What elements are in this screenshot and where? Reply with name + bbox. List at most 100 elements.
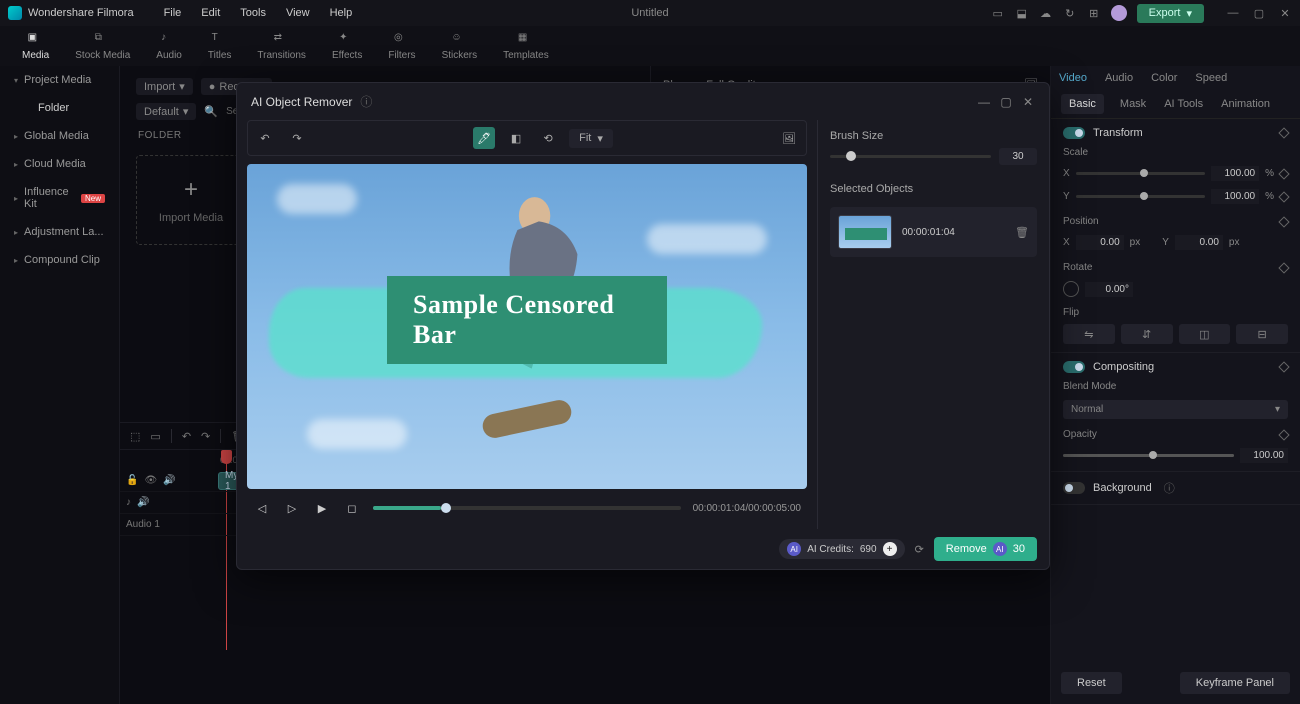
scale-x-input[interactable] [1211, 166, 1259, 181]
tab-templates[interactable]: ▦Templates [491, 28, 561, 65]
add-credits-button[interactable]: + [883, 542, 897, 556]
preview-canvas[interactable]: Sample Censored Bar [247, 164, 807, 489]
redo-icon[interactable]: ↷ [201, 430, 210, 443]
info-icon[interactable]: ⓘ [1164, 480, 1175, 496]
sidebar-item-folder[interactable]: Folder [0, 94, 119, 122]
save-icon[interactable]: ⬓ [1015, 6, 1029, 20]
pos-x-input[interactable] [1076, 235, 1124, 250]
brush-size-value[interactable]: 30 [999, 148, 1037, 165]
tab-filters[interactable]: ◎Filters [376, 28, 427, 65]
select-tool-icon[interactable]: ▭ [150, 430, 160, 443]
avatar[interactable] [1111, 5, 1127, 21]
compositing-toggle[interactable] [1063, 361, 1085, 373]
remove-button[interactable]: Remove AI 30 [934, 537, 1037, 561]
refresh-icon[interactable]: ⟳ [915, 543, 924, 556]
keyframe-icon[interactable] [1278, 127, 1289, 138]
import-media-tile[interactable]: + Import Media [136, 155, 246, 245]
transform-toggle[interactable] [1063, 127, 1085, 139]
menu-file[interactable]: File [154, 3, 192, 23]
scale-x-slider[interactable] [1076, 172, 1205, 175]
subtab-basic[interactable]: Basic [1061, 94, 1104, 114]
subtab-animation[interactable]: Animation [1219, 94, 1272, 114]
pos-y-input[interactable] [1175, 235, 1223, 250]
brush-size-slider[interactable] [830, 155, 991, 158]
scale-y-input[interactable] [1211, 189, 1259, 204]
minimize-icon[interactable]: — [1226, 6, 1240, 20]
flip-h-button[interactable]: ⇋ [1063, 324, 1115, 344]
sidebar-item-global-media[interactable]: ▸Global Media [0, 122, 119, 150]
menu-view[interactable]: View [276, 3, 320, 23]
rotate-input[interactable] [1085, 282, 1133, 297]
tab-video[interactable]: Video [1059, 72, 1087, 84]
sidebar-item-cloud-media[interactable]: ▸Cloud Media [0, 150, 119, 178]
device-icon[interactable]: ▭ [991, 6, 1005, 20]
minimize-icon[interactable]: — [977, 95, 991, 109]
close-icon[interactable]: ✕ [1278, 6, 1292, 20]
reset-button[interactable]: Reset [1061, 672, 1122, 694]
menu-edit[interactable]: Edit [191, 3, 230, 23]
mute-icon[interactable]: 🔊 [137, 497, 149, 508]
export-button[interactable]: Export▾ [1137, 4, 1204, 23]
maximize-icon[interactable]: ▢ [1252, 6, 1266, 20]
pointer-tool-icon[interactable]: ⬚ [130, 430, 140, 443]
tab-audio[interactable]: Audio [1105, 72, 1133, 84]
prev-frame-icon[interactable]: ◁ [253, 499, 271, 517]
apps-icon[interactable]: ⊞ [1087, 6, 1101, 20]
tab-speed[interactable]: Speed [1195, 72, 1227, 84]
redo-icon[interactable]: ↷ [286, 127, 308, 149]
mute-icon[interactable]: 🔊 [163, 475, 175, 486]
sidebar-item-compound[interactable]: ▸Compound Clip [0, 246, 119, 274]
keyframe-icon[interactable] [1278, 191, 1289, 202]
rotate-dial[interactable] [1063, 281, 1079, 297]
keyframe-icon[interactable] [1278, 216, 1289, 227]
eraser-tool-icon[interactable]: ◧ [505, 127, 527, 149]
menu-tools[interactable]: Tools [230, 3, 276, 23]
subtab-aitools[interactable]: AI Tools [1162, 94, 1205, 114]
sidebar-item-adjustment[interactable]: ▸Adjustment La... [0, 218, 119, 246]
sidebar-item-project-media[interactable]: ▾Project Media [0, 66, 119, 94]
lock-icon[interactable]: 🔓 [126, 475, 138, 486]
maximize-icon[interactable]: ▢ [999, 95, 1013, 109]
play-icon[interactable]: ▶ [313, 499, 331, 517]
keyframe-panel-button[interactable]: Keyframe Panel [1180, 672, 1290, 694]
history-icon[interactable]: ↻ [1063, 6, 1077, 20]
delete-selection-icon[interactable]: 🗑 [1015, 226, 1029, 239]
flip-3-button[interactable]: ◫ [1179, 324, 1231, 344]
sort-dropdown[interactable]: Default ▾ [136, 103, 196, 120]
flip-4-button[interactable]: ⊟ [1236, 324, 1288, 344]
info-icon[interactable]: ⓘ [360, 93, 372, 110]
tab-media[interactable]: ▣Media [10, 28, 61, 65]
undo-icon[interactable]: ↶ [182, 430, 191, 443]
undo-icon[interactable]: ↶ [254, 127, 276, 149]
menu-help[interactable]: Help [320, 3, 363, 23]
background-toggle[interactable] [1063, 482, 1085, 494]
flip-v-button[interactable]: ⇵ [1121, 324, 1173, 344]
tab-effects[interactable]: ✦Effects [320, 28, 374, 65]
keyframe-icon[interactable] [1278, 361, 1289, 372]
fit-dropdown[interactable]: Fit▾ [569, 129, 613, 148]
tab-stock-media[interactable]: ⧉Stock Media [63, 28, 142, 65]
opacity-input[interactable] [1240, 448, 1288, 463]
close-icon[interactable]: ✕ [1021, 95, 1035, 109]
reset-tool-icon[interactable]: ⟲ [537, 127, 559, 149]
cloud-icon[interactable]: ☁ [1039, 6, 1053, 20]
opacity-slider[interactable] [1063, 454, 1234, 457]
visibility-icon[interactable]: 👁 [144, 475, 157, 486]
tab-audio[interactable]: ♪Audio [144, 28, 194, 65]
stop-icon[interactable]: ◻ [343, 499, 361, 517]
tab-stickers[interactable]: ☺Stickers [430, 28, 490, 65]
tab-color[interactable]: Color [1151, 72, 1177, 84]
compare-icon[interactable]: 🖼 [778, 127, 800, 149]
brush-tool-icon[interactable]: 🖊 [473, 127, 495, 149]
blend-mode-dropdown[interactable]: Normal▾ [1063, 400, 1288, 419]
scale-y-slider[interactable] [1076, 195, 1205, 198]
keyframe-icon[interactable] [1278, 168, 1289, 179]
subtab-mask[interactable]: Mask [1118, 94, 1148, 114]
keyframe-icon[interactable] [1278, 262, 1289, 273]
next-frame-icon[interactable]: ▷ [283, 499, 301, 517]
sidebar-item-influence-kit[interactable]: ▸Influence KitNew [0, 178, 119, 218]
keyframe-icon[interactable] [1278, 429, 1289, 440]
tab-transitions[interactable]: ⇄Transitions [245, 28, 318, 65]
progress-bar[interactable] [373, 506, 681, 510]
selected-object-card[interactable]: 00:00:01:04 🗑 [830, 207, 1037, 257]
